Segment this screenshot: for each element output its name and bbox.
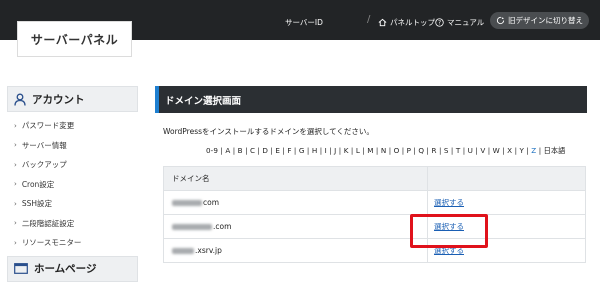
domain-name-redacted (172, 248, 194, 254)
old-design-label: 旧デザインに切り替え (508, 16, 583, 25)
instruction-text: WordPressをインストールするドメインを選択してください。 (163, 127, 374, 136)
alpha-index-nav: 0-9 | A | B | C | D | E | F | G | H | I … (206, 146, 565, 156)
user-icon (14, 93, 26, 106)
alpha-separator: | (448, 146, 456, 155)
chevron-right-icon: › (14, 199, 17, 208)
column-header-action (427, 166, 586, 191)
app-logo[interactable]: サーバーパネル (17, 21, 132, 57)
page-title: ドメイン選択画面 (155, 86, 587, 113)
chevron-right-icon: › (14, 219, 17, 228)
sidebar-account-heading: アカウント (7, 86, 138, 112)
alpha-separator: | (317, 146, 325, 155)
table-header-row: ドメイン名 (163, 166, 586, 191)
chevron-right-icon: › (14, 180, 17, 189)
sidebar-item-backup[interactable]: › バックアップ (7, 155, 138, 175)
alpha-separator: | (386, 146, 394, 155)
domain-table: ドメイン名 com 選択する .com 選択する .xsrv.jp 選択する (163, 166, 586, 263)
nav-manual-label: マニュアル (447, 18, 485, 27)
alpha-index-link[interactable]: 日本語 (544, 146, 566, 155)
sidebar-item-ssh[interactable]: › SSH設定 (7, 194, 138, 214)
alpha-separator: | (348, 146, 356, 155)
domain-cell: .xsrv.jp (163, 238, 428, 263)
main-content: ドメイン選択画面 WordPressをインストールするドメインを選択してください… (155, 86, 587, 263)
alpha-separator: | (336, 146, 344, 155)
refresh-icon (496, 16, 505, 25)
svg-text:?: ? (438, 21, 441, 27)
sidebar-account-list: › パスワード変更 › サーバー情報 › バックアップ › Cron設定 › SSH設定 … (7, 112, 138, 253)
nav-panel-top-label: パネルトップ (390, 18, 435, 27)
domain-suffix: .xsrv.jp (195, 246, 222, 255)
alpha-separator: | (291, 146, 299, 155)
sidebar-item-server-info[interactable]: › サーバー情報 (7, 136, 138, 156)
chevron-right-icon: › (14, 141, 17, 150)
alpha-separator: | (536, 146, 544, 155)
sidebar-item-label: パスワード変更 (21, 121, 75, 131)
chevron-right-icon: › (14, 160, 17, 169)
nav-panel-top[interactable]: パネルトップ (378, 17, 435, 28)
home-icon (378, 18, 387, 27)
alpha-separator: | (436, 146, 444, 155)
nav-manual[interactable]: ? マニュアル (435, 17, 484, 28)
sidebar-item-label: リソースモニター (21, 238, 82, 248)
table-row: com 選択する (163, 190, 586, 215)
sidebar-item-two-factor[interactable]: › 二段階認証設定 (7, 214, 138, 234)
sidebar-item-label: Cron設定 (21, 179, 55, 189)
chevron-right-icon: › (14, 238, 17, 247)
domain-suffix: com (203, 198, 220, 207)
table-row: .xsrv.jp 選択する (163, 238, 586, 263)
alpha-separator: | (242, 146, 250, 155)
domain-cell: .com (163, 214, 428, 239)
alpha-separator: | (485, 146, 493, 155)
domain-suffix: .com (213, 222, 232, 231)
sidebar: アカウント › パスワード変更 › サーバー情報 › バックアップ › Cron設定 ›… (7, 86, 138, 282)
alpha-index-link[interactable]: W (493, 146, 500, 155)
select-domain-link[interactable]: 選択する (434, 198, 464, 207)
sidebar-homepage-title: ホームページ (34, 263, 97, 275)
sidebar-item-cron[interactable]: › Cron設定 (7, 175, 138, 195)
highlight-box (410, 214, 488, 248)
sidebar-item-label: サーバー情報 (21, 140, 67, 150)
alpha-separator: | (230, 146, 238, 155)
server-id-label: サーバーID (285, 18, 323, 27)
column-header-domain: ドメイン名 (163, 166, 428, 191)
alpha-separator: | (373, 146, 381, 155)
domain-name-redacted (172, 224, 212, 230)
old-design-button[interactable]: 旧デザインに切り替え (490, 12, 589, 29)
sidebar-item-password[interactable]: › パスワード変更 (7, 116, 138, 136)
sidebar-account-title: アカウント (32, 93, 85, 106)
sidebar-item-label: バックアップ (21, 160, 67, 170)
header-separator: / (367, 14, 371, 25)
alpha-separator: | (460, 146, 468, 155)
alpha-index-link[interactable]: 0-9 (206, 146, 218, 155)
top-header: サーバーパネル サーバーID / パネルトップ ? マニュアル 旧デザインに切り… (0, 0, 600, 63)
alpha-separator: | (399, 146, 407, 155)
alpha-separator: | (304, 146, 312, 155)
sidebar-item-label: 二段階認証設定 (21, 218, 75, 228)
sidebar-item-label: SSH設定 (21, 199, 52, 209)
action-cell: 選択する (427, 190, 586, 215)
table-row: .com 選択する (163, 214, 586, 239)
chevron-right-icon: › (14, 121, 17, 130)
help-circle-icon: ? (435, 18, 444, 27)
sidebar-item-resource-monitor[interactable]: › リソースモニター (7, 233, 138, 253)
domain-cell: com (163, 190, 428, 215)
sidebar-homepage-heading: ホームページ (7, 255, 138, 282)
domain-name-redacted (172, 200, 202, 206)
browser-window-icon (14, 263, 28, 274)
